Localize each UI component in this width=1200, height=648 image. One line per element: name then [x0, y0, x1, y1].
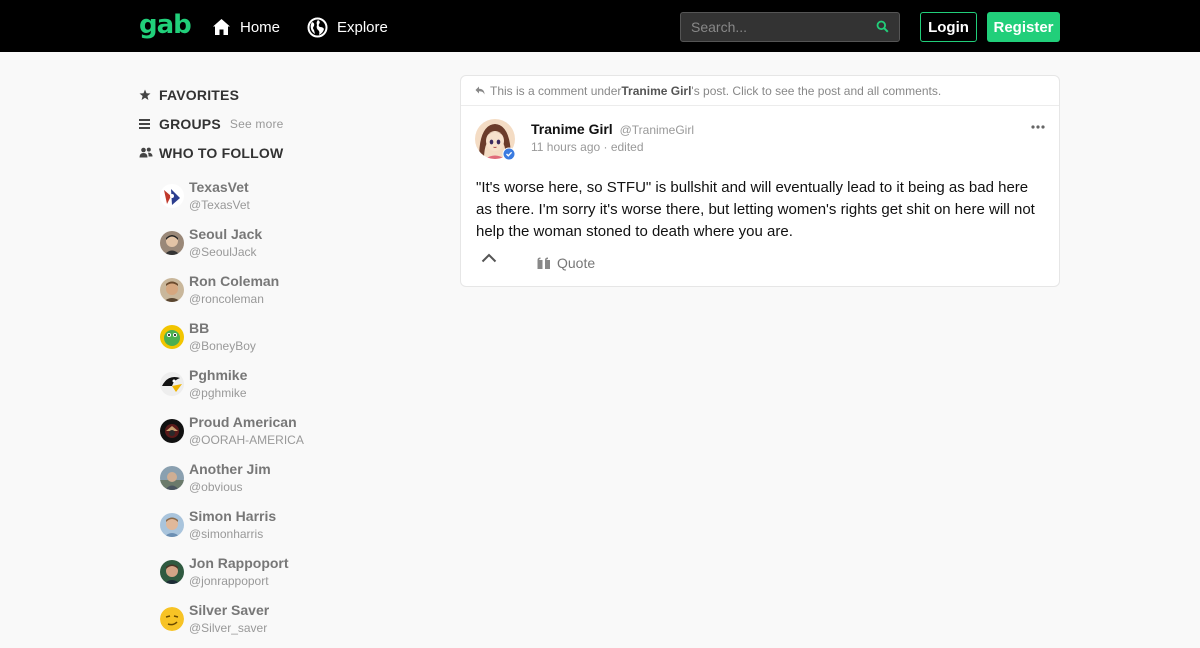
follow-item[interactable]: Ron Coleman @roncoleman — [139, 272, 439, 319]
follow-name: Silver Saver — [189, 602, 270, 618]
users-icon — [139, 147, 153, 158]
follow-name: TexasVet — [189, 179, 249, 195]
avatar — [160, 419, 184, 443]
follow-name: Another Jim — [189, 461, 271, 477]
nav-explore-label: Explore — [337, 18, 388, 36]
search-input[interactable] — [681, 13, 871, 41]
avatar — [160, 325, 184, 349]
sidebar-groups[interactable]: GROUPS See more — [139, 109, 439, 138]
follow-handle: @jonrappoport — [189, 574, 269, 588]
login-button[interactable]: Login — [920, 12, 977, 42]
follow-handle: @OORAH-AMERICA — [189, 433, 304, 447]
post-header: Tranime Girl @TranimeGirl 11 hours ago ·… — [461, 106, 1059, 168]
follow-item[interactable]: Pghmike @pghmike — [139, 366, 439, 413]
sidebar-groups-label: GROUPS — [159, 115, 221, 132]
avatar — [160, 513, 184, 537]
post-author[interactable]: Tranime Girl @TranimeGirl — [531, 121, 694, 137]
sidebar: FAVORITES GROUPS See more WHO TO FOLLOW … — [139, 80, 439, 648]
sidebar-who-to-follow: WHO TO FOLLOW — [139, 138, 439, 167]
follow-item[interactable]: Another Jim @obvious — [139, 460, 439, 507]
follow-name: Proud American — [189, 414, 297, 430]
avatar — [160, 466, 184, 490]
upvote-chevron-icon[interactable] — [481, 253, 497, 263]
avatar — [160, 231, 184, 255]
post-author-name: Tranime Girl — [531, 121, 613, 137]
post-card: This is a comment under Tranime Girl 's … — [460, 75, 1060, 287]
follow-handle: @SeoulJack — [189, 245, 257, 259]
follow-name: Jon Rappoport — [189, 555, 289, 571]
follow-name: Seoul Jack — [189, 226, 263, 242]
quote-label: Quote — [557, 255, 596, 271]
top-navigation-bar: gab Home Explore Login Register — [0, 0, 1200, 52]
groups-see-more-link[interactable]: See more — [230, 117, 284, 131]
globe-icon — [307, 17, 328, 37]
follow-item[interactable]: Proud American @OORAH-AMERICA — [139, 413, 439, 460]
search-icon[interactable] — [876, 20, 889, 33]
avatar — [160, 560, 184, 584]
nav-home-label: Home — [240, 18, 281, 36]
follow-handle: @Silver_saver — [189, 621, 268, 635]
list-icon — [139, 118, 150, 129]
follow-item[interactable]: Silver Saver @Silver_saver — [139, 601, 439, 648]
follow-handle: @simonharris — [189, 527, 264, 541]
follow-handle: @pghmike — [189, 386, 247, 400]
follow-name: Pghmike — [189, 367, 248, 383]
more-options-icon[interactable] — [1031, 125, 1045, 129]
follow-handle: @BoneyBoy — [189, 339, 256, 353]
sidebar-favorites[interactable]: FAVORITES — [139, 80, 439, 109]
follow-name: BB — [189, 320, 210, 336]
author-avatar[interactable] — [475, 119, 517, 161]
nav-explore-link[interactable]: Explore — [307, 16, 388, 38]
follow-handle: @obvious — [189, 480, 243, 494]
banner-author[interactable]: Tranime Girl — [621, 84, 691, 98]
post-body: "It's worse here, so STFU" is bullshit a… — [476, 179, 1035, 240]
comment-context-banner[interactable]: This is a comment under Tranime Girl 's … — [461, 76, 1059, 106]
follow-handle: @roncoleman — [189, 292, 264, 306]
follow-handle: @TexasVet — [189, 198, 250, 212]
search-box — [680, 12, 900, 42]
follow-item[interactable]: Seoul Jack @SeoulJack — [139, 225, 439, 272]
home-icon — [213, 19, 230, 35]
reply-arrow-icon — [475, 86, 485, 95]
banner-suffix: 's post. Click to see the post and all c… — [691, 83, 942, 98]
post-actions: Quote — [461, 243, 1059, 283]
follow-name: Ron Coleman — [189, 273, 280, 289]
star-icon — [139, 89, 151, 100]
avatar — [160, 607, 184, 631]
nav-home-link[interactable]: Home — [212, 16, 280, 38]
quote-button[interactable]: Quote — [537, 255, 595, 271]
register-button[interactable]: Register — [987, 12, 1060, 42]
follow-item[interactable]: TexasVet @TexasVet — [139, 178, 439, 225]
avatar — [160, 372, 184, 396]
avatar — [160, 278, 184, 302]
banner-prefix: This is a comment under — [490, 83, 622, 98]
follow-item[interactable]: Simon Harris @simonharris — [139, 507, 439, 554]
sidebar-favorites-label: FAVORITES — [159, 86, 240, 103]
follow-item[interactable]: Jon Rappoport @jonrappoport — [139, 554, 439, 601]
post-timestamp[interactable]: 11 hours ago · edited — [531, 140, 644, 154]
quote-icon — [537, 257, 550, 269]
follow-item[interactable]: BB @BoneyBoy — [139, 319, 439, 366]
sidebar-who-to-follow-label: WHO TO FOLLOW — [159, 144, 284, 161]
follow-name: Simon Harris — [189, 508, 277, 524]
post-author-handle: @TranimeGirl — [619, 123, 695, 137]
gab-logo[interactable]: gab — [139, 10, 192, 40]
avatar — [160, 184, 184, 208]
follow-list: TexasVet @TexasVet Seoul Jack @SeoulJack… — [139, 178, 439, 648]
